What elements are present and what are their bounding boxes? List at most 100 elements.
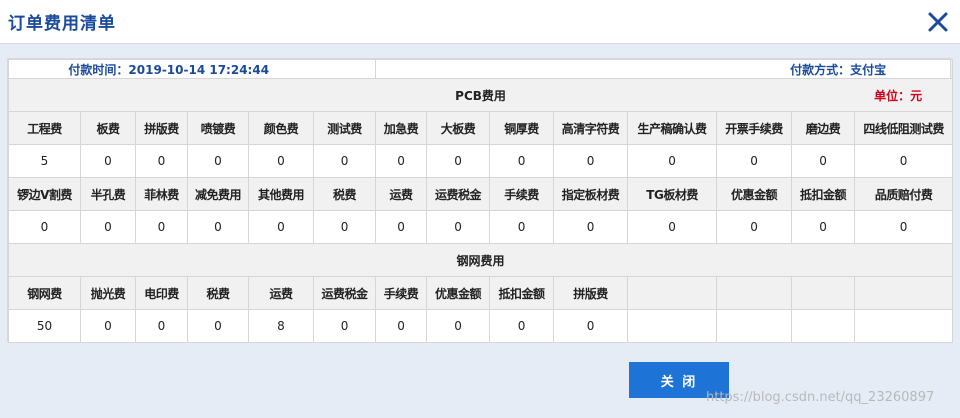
pcb-section-title: PCB费用 — [455, 88, 506, 103]
column-header: 电印费 — [135, 276, 188, 310]
cell-value: 0 — [553, 144, 629, 178]
stencil-section-cell: 钢网费用 — [7, 243, 954, 277]
pcb-section-cell: PCB费用 单位：元 — [7, 78, 954, 112]
cell-value: 0 — [312, 309, 377, 343]
payment-time-label: 付款时间： — [68, 62, 129, 77]
cell-value: 0 — [375, 210, 428, 244]
column-header — [791, 276, 856, 310]
column-header: 手续费 — [489, 177, 555, 211]
pcb-header-row-1: 工程费 板费 拼版费 喷镀费 颜色费 测试费 加急费 大板费 铜厚费 高清字符费 生产稿确认费 开票手… — [8, 111, 954, 145]
close-icon[interactable] — [924, 8, 952, 36]
column-header: 其他费用 — [248, 177, 314, 211]
cell-value: 0 — [80, 144, 136, 178]
column-header: 测试费 — [312, 111, 377, 145]
cell-value — [627, 309, 718, 343]
payment-method-value: 支付宝 — [850, 62, 887, 77]
stencil-section-title: 钢网费用 — [456, 253, 505, 268]
cell-value: 0 — [375, 144, 428, 178]
cell-value: 0 — [426, 309, 491, 343]
cell-value: 0 — [426, 210, 491, 244]
column-header — [627, 276, 718, 310]
cell-value: 0 — [187, 210, 249, 244]
cell-value: 0 — [80, 309, 136, 343]
payment-method-label: 付款方式： — [790, 62, 851, 77]
fee-table-panel: 付款时间：2019-10-14 17:24:44 付款方式：支付宝 PCB费用 … — [7, 58, 954, 343]
cell-value: 0 — [489, 144, 555, 178]
stencil-header-row: 钢网费 抛光费 电印费 税费 运费 运费税金 手续费 优惠金额 抵扣金额 拼版费 — [8, 276, 954, 310]
column-header: 手续费 — [375, 276, 428, 310]
cell-value: 0 — [489, 210, 555, 244]
column-header: 税费 — [187, 276, 249, 310]
column-header: 税费 — [312, 177, 377, 211]
pcb-value-row-1: 50000000000000 — [8, 144, 954, 178]
cell-value: 0 — [135, 144, 188, 178]
cell-value: 0 — [135, 210, 188, 244]
column-header: 加急费 — [375, 111, 428, 145]
cell-value: 0 — [553, 210, 629, 244]
pcb-value-row-2: 00000000000000 — [8, 210, 954, 244]
column-header: 开票手续费 — [716, 111, 793, 145]
payment-method-cell: 付款方式：支付宝 — [375, 59, 954, 79]
column-header: 半孔费 — [80, 177, 136, 211]
pcb-section-row: PCB费用 单位：元 — [7, 78, 954, 112]
cell-value: 0 — [312, 144, 377, 178]
cell-value: 0 — [312, 210, 377, 244]
column-header: 颜色费 — [248, 111, 314, 145]
payment-time-value: 2019-10-14 17:24:44 — [128, 62, 270, 77]
fee-table: 付款时间：2019-10-14 17:24:44 付款方式：支付宝 PCB费用 … — [7, 59, 954, 343]
cell-value: 0 — [187, 309, 249, 343]
column-header: 优惠金额 — [426, 276, 491, 310]
cell-value: 0 — [627, 210, 718, 244]
cell-value: 0 — [375, 309, 428, 343]
column-header: 运费 — [375, 177, 428, 211]
cell-value — [854, 309, 954, 343]
column-header: 抛光费 — [80, 276, 136, 310]
column-header: 抵扣金额 — [791, 177, 856, 211]
cell-value: 0 — [854, 144, 954, 178]
dialog-titlebar: 订单费用清单 — [0, 0, 960, 44]
column-header: 磨边费 — [791, 111, 856, 145]
column-header: 铜厚费 — [489, 111, 555, 145]
cell-value: 0 — [80, 210, 136, 244]
pcb-header-row-2: 锣边V割费 半孔费 菲林费 减免费用 其他费用 税费 运费 运费税金 手续费 指定板材费 TG板材费… — [8, 177, 954, 211]
column-header: 优惠金额 — [716, 177, 793, 211]
column-header: 四线低阻测试费 — [854, 111, 954, 145]
column-header: 抵扣金额 — [489, 276, 555, 310]
column-header: 运费 — [248, 276, 314, 310]
column-header: 指定板材费 — [553, 177, 629, 211]
payment-time-cell: 付款时间：2019-10-14 17:24:44 — [7, 59, 377, 79]
stencil-value-row: 50 0 0 0 8 0 0 0 0 0 — [8, 309, 954, 343]
column-header: 喷镀费 — [187, 111, 249, 145]
cell-value: 0 — [187, 144, 249, 178]
cell-value: 5 — [8, 144, 81, 178]
unit-label: 单位：元 — [874, 88, 923, 103]
column-header: 菲林费 — [135, 177, 188, 211]
cell-value — [791, 309, 856, 343]
cell-value: 8 — [248, 309, 314, 343]
column-header: 工程费 — [8, 111, 81, 145]
cell-value: 0 — [627, 144, 718, 178]
payment-info-row: 付款时间：2019-10-14 17:24:44 付款方式：支付宝 — [7, 59, 954, 79]
cell-value: 0 — [854, 210, 954, 244]
cell-value: 0 — [716, 210, 793, 244]
cell-value: 0 — [553, 309, 629, 343]
column-header: 品质赔付费 — [854, 177, 954, 211]
column-header: 大板费 — [426, 111, 491, 145]
cell-value — [716, 309, 793, 343]
column-header: 减免费用 — [187, 177, 249, 211]
cell-value: 0 — [248, 210, 314, 244]
cell-value: 0 — [791, 210, 856, 244]
watermark: https://blog.csdn.net/qq_23260897 — [706, 390, 935, 405]
cell-value: 0 — [791, 144, 856, 178]
cell-value: 0 — [489, 309, 555, 343]
column-header: TG板材费 — [627, 177, 718, 211]
cell-value: 0 — [426, 144, 491, 178]
column-header: 运费税金 — [426, 177, 491, 211]
dialog-title: 订单费用清单 — [8, 14, 116, 34]
column-header: 高清字符费 — [553, 111, 629, 145]
cell-value: 0 — [716, 144, 793, 178]
cell-value: 50 — [8, 309, 81, 343]
column-header — [854, 276, 954, 310]
column-header: 拼版费 — [135, 111, 188, 145]
column-header: 板费 — [80, 111, 136, 145]
